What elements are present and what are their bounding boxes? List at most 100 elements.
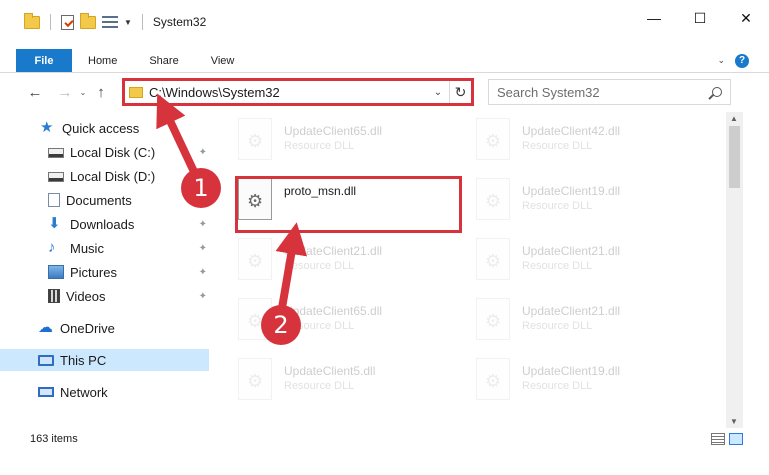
file-type: Resource DLL xyxy=(284,140,355,152)
recent-locations-icon[interactable]: ⌄ xyxy=(76,88,90,97)
documents-icon xyxy=(48,193,60,207)
pin-icon: ✦ xyxy=(198,242,207,254)
file-name: UpdateClient42.dll xyxy=(522,124,621,138)
minimize-button[interactable]: — xyxy=(631,0,677,36)
file-type: Resource DLL xyxy=(522,380,593,392)
ribbon-right: ⌄ ? xyxy=(717,49,769,72)
callout-step-2: 2 xyxy=(261,305,301,345)
sidebar-item-label: Network xyxy=(60,384,108,400)
sidebar-item-local-disk-d[interactable]: Local Disk (D:) xyxy=(0,165,212,187)
sidebar-item-network[interactable]: Network xyxy=(0,381,212,403)
expand-ribbon-icon[interactable]: ⌄ xyxy=(717,55,725,66)
address-bar[interactable]: C:\Windows\System32 ⌄ ↻ xyxy=(122,78,474,106)
scroll-down-icon[interactable]: ▼ xyxy=(730,417,738,426)
navigation-bar: ← → ⌄ ↑ C:\Windows\System32 ⌄ ↻ Search S… xyxy=(0,75,769,109)
sidebar-item-label: Local Disk (D:) xyxy=(70,168,156,184)
quick-access-toolbar: ▼ xyxy=(0,0,147,44)
sidebar-item-label: Videos xyxy=(66,288,106,304)
sidebar-item-label: Pictures xyxy=(70,264,117,280)
file-item[interactable]: UpdateClient21.dll Resource DLL xyxy=(476,298,706,350)
file-list[interactable]: UpdateClient65.dllResource DLL proto_msn… xyxy=(212,112,726,428)
vertical-scrollbar[interactable]: ▲ ▼ xyxy=(726,112,743,428)
back-button[interactable]: ← xyxy=(24,84,46,101)
forward-button[interactable]: → xyxy=(54,84,76,101)
search-input[interactable]: Search System32 xyxy=(488,79,731,105)
view-switcher xyxy=(711,433,743,445)
sidebar-item-label: Local Disk (C:) xyxy=(70,144,156,160)
pin-icon: ✦ xyxy=(198,218,207,230)
file-item[interactable]: UpdateClient5.dll Resource DLL xyxy=(238,358,468,410)
sidebar-item-videos[interactable]: Videos ✦ xyxy=(0,285,212,307)
sidebar-item-music[interactable]: ♪ Music ✦ xyxy=(0,237,212,259)
file-item[interactable]: UpdateClient21.dll Resource DLL xyxy=(238,238,468,290)
properties-icon[interactable] xyxy=(61,14,74,30)
pictures-icon xyxy=(48,265,64,279)
dll-file-icon xyxy=(476,298,510,340)
dll-file-icon xyxy=(476,118,510,160)
tab-view[interactable]: View xyxy=(195,49,251,72)
toolbar-divider xyxy=(50,14,51,30)
dll-file-icon xyxy=(238,118,272,160)
pin-icon: ✦ xyxy=(198,146,207,158)
sidebar-item-downloads[interactable]: ⬇ Downloads ✦ xyxy=(0,213,212,235)
file-type: Resource DLL xyxy=(522,260,593,272)
new-folder-icon[interactable] xyxy=(80,12,96,29)
network-icon xyxy=(38,387,54,397)
details-view-icon[interactable] xyxy=(711,433,725,445)
customize-toolbar-icon[interactable]: ▼ xyxy=(124,18,132,27)
sidebar-item-this-pc[interactable]: This PC xyxy=(0,349,209,371)
sidebar-item-local-disk-c[interactable]: Local Disk (C:) ✦ xyxy=(0,141,212,163)
folder-icon[interactable] xyxy=(24,12,40,29)
scroll-up-icon[interactable]: ▲ xyxy=(730,114,738,123)
tab-file[interactable]: File xyxy=(16,49,72,72)
refresh-button[interactable]: ↻ xyxy=(449,81,471,103)
sidebar-item-documents[interactable]: Documents ✦ xyxy=(0,189,212,211)
file-name: UpdateClient5.dll xyxy=(284,364,376,378)
tab-home[interactable]: Home xyxy=(72,49,133,72)
ribbon-tabs: File Home Share View ⌄ ? xyxy=(0,49,769,73)
dll-file-icon xyxy=(238,238,272,280)
music-icon: ♪ xyxy=(48,239,56,256)
file-item[interactable]: UpdateClient19.dll Resource DLL xyxy=(476,358,706,410)
up-button[interactable]: ↑ xyxy=(90,84,112,101)
star-icon: ★ xyxy=(40,119,54,136)
file-item[interactable]: UpdateClient19.dll Resource DLL xyxy=(476,178,706,230)
file-name: UpdateClient19.dll xyxy=(522,364,621,378)
file-name: UpdateClient19.dll xyxy=(522,184,621,198)
file-item[interactable]: UpdateClient42.dll Resource DLL xyxy=(476,118,706,170)
title-bar: ▼ System32 — ☐ ✕ xyxy=(0,0,769,44)
file-name: UpdateClient65.dll xyxy=(284,124,383,138)
file-type: Resource DLL xyxy=(522,140,593,152)
sidebar-item-label: This PC xyxy=(60,352,107,368)
file-type: Resource DLL xyxy=(522,320,593,332)
file-item[interactable]: UpdateClient21.dll Resource DLL xyxy=(476,238,706,290)
search-icon[interactable] xyxy=(712,87,722,97)
sidebar-item-label: Music xyxy=(70,240,104,256)
folder-icon xyxy=(129,86,143,98)
drive-icon xyxy=(48,172,64,182)
help-icon[interactable]: ? xyxy=(735,53,749,68)
address-path[interactable]: C:\Windows\System32 xyxy=(149,85,280,100)
file-name: UpdateClient21.dll xyxy=(284,244,383,258)
sidebar-item-pictures[interactable]: Pictures ✦ xyxy=(0,261,212,283)
file-item[interactable]: UpdateClient65.dll Resource DLL xyxy=(238,118,468,170)
close-button[interactable]: ✕ xyxy=(723,0,769,36)
sidebar-item-onedrive[interactable]: ☁ OneDrive xyxy=(0,317,212,339)
file-name: UpdateClient21.dll xyxy=(522,304,621,318)
address-dropdown-icon[interactable]: ⌄ xyxy=(427,87,449,98)
large-icons-view-icon[interactable] xyxy=(729,433,743,445)
videos-icon xyxy=(48,289,60,303)
tab-share[interactable]: Share xyxy=(133,49,194,72)
onedrive-icon: ☁ xyxy=(38,319,53,336)
sidebar-item-label: Quick access xyxy=(62,120,140,136)
item-count: 163 items xyxy=(30,433,78,445)
view-options-icon[interactable] xyxy=(102,15,118,29)
file-type: Resource DLL xyxy=(522,200,593,212)
pin-icon: ✦ xyxy=(198,266,207,278)
dll-file-icon xyxy=(238,358,272,400)
file-name: UpdateClient21.dll xyxy=(522,244,621,258)
sidebar-item-label: OneDrive xyxy=(60,320,115,336)
scrollbar-thumb[interactable] xyxy=(729,126,740,188)
sidebar-item-quick-access[interactable]: ★ Quick access xyxy=(0,117,212,139)
maximize-button[interactable]: ☐ xyxy=(677,0,723,36)
